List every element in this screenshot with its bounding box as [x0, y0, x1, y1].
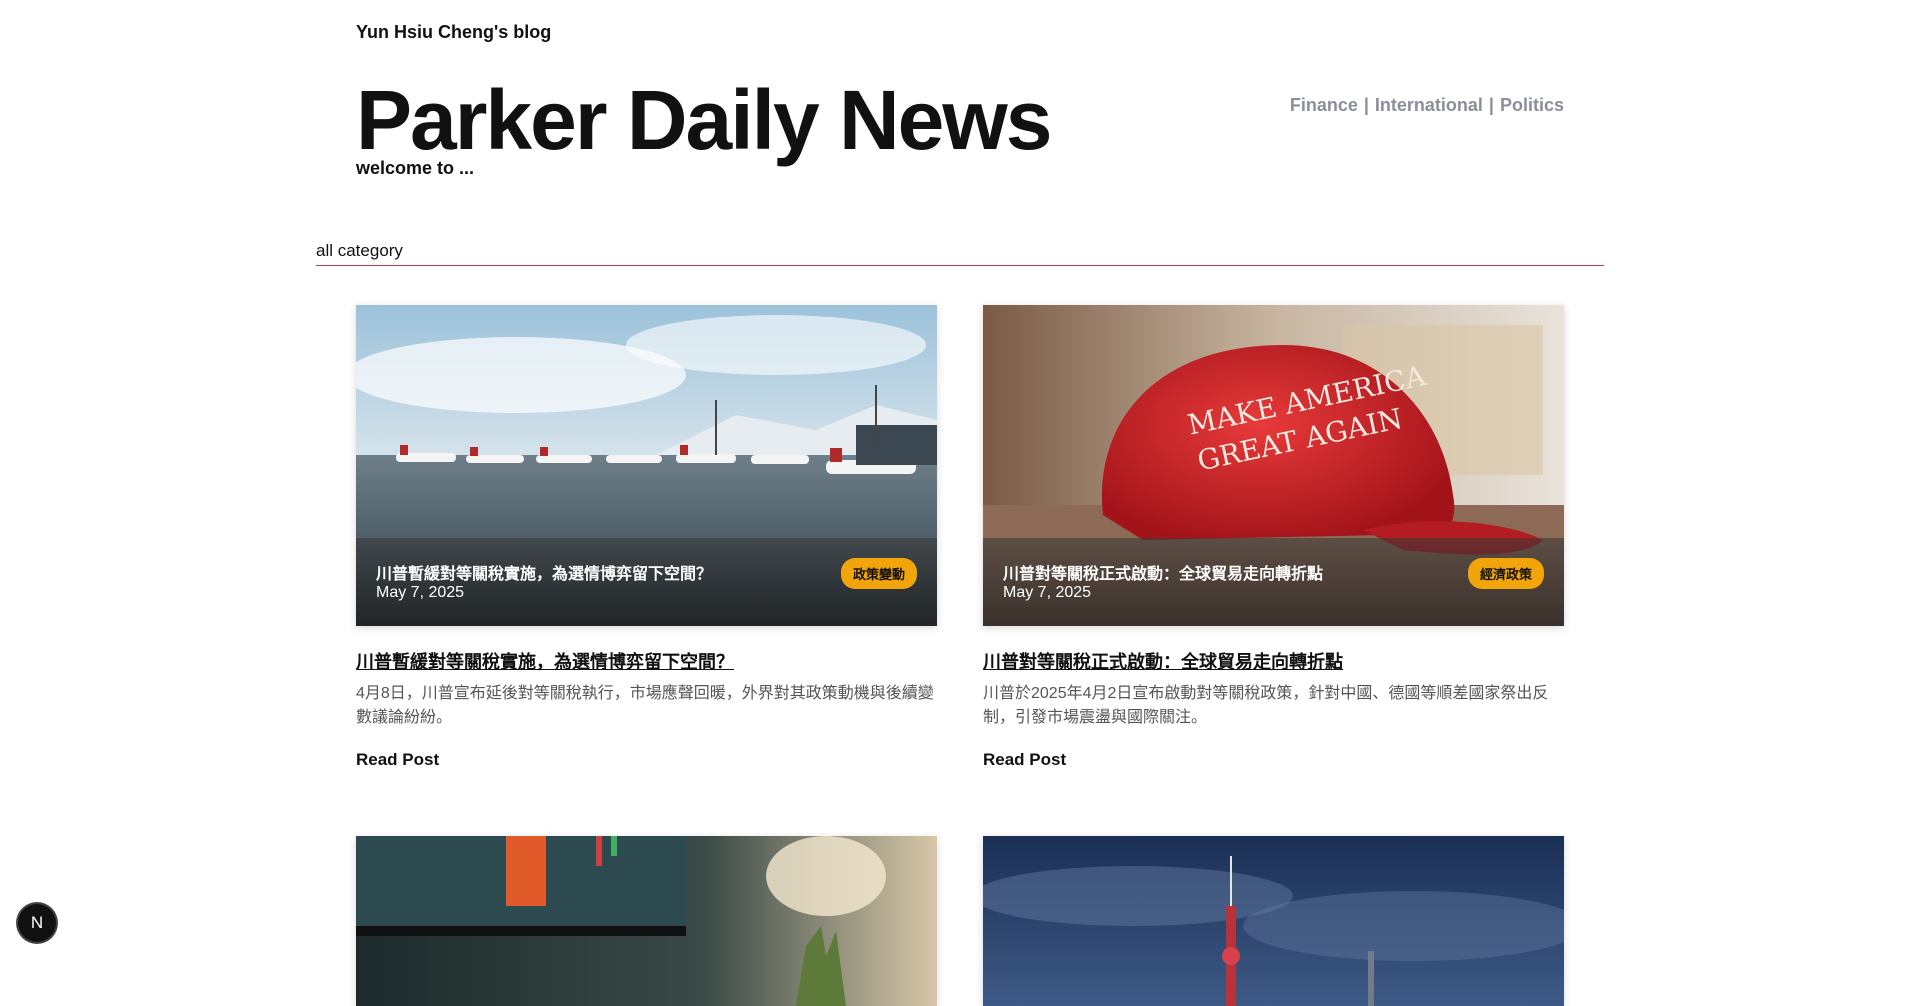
post-excerpt: 川普於2025年4月2日宣布啟動對等關稅政策，針對中國、德國等順差國家祭出反制，… [983, 685, 1549, 726]
post-card: MAKE AMERICA GREAT AGAIN 川普對等關稅正式啟動：全球貿易… [983, 305, 1564, 770]
category-tag[interactable]: 經濟政策 [1467, 558, 1544, 589]
post-card [356, 836, 937, 1006]
category-filter[interactable]: all category [316, 241, 1604, 266]
blog-name[interactable]: Yun Hsiu Cheng's blog [356, 22, 551, 43]
tagline: welcome to ... [356, 158, 475, 178]
post-date: May 7, 2025 [376, 584, 465, 601]
nav-link-international[interactable]: International [1375, 95, 1483, 115]
post-grid: 川普暫緩對等關稅實施，為選情博弈留下空間？ May 7, 2025 政策變動 川… [356, 305, 1564, 1006]
nav-separator: | [1363, 95, 1369, 115]
post-thumbnail[interactable]: 川普暫緩對等關稅實施，為選情博弈留下空間？ May 7, 2025 政策變動 [356, 305, 937, 626]
overlay-title: 川普暫緩對等關稅實施，為選情博弈留下空間？ [376, 566, 713, 583]
nav-link-finance[interactable]: Finance [1290, 95, 1358, 115]
post-card [983, 836, 1564, 1006]
post-card: 川普暫緩對等關稅實施，為選情博弈留下空間？ May 7, 2025 政策變動 川… [356, 305, 937, 770]
post-date: May 7, 2025 [1003, 584, 1092, 601]
post-title-link[interactable]: 川普對等關稅正式啟動：全球貿易走向轉折點 [983, 648, 1343, 674]
nav-separator: | [1488, 95, 1494, 115]
nav-link-politics[interactable]: Politics [1500, 95, 1564, 115]
thumbnail-overlay: 川普暫緩對等關稅實施，為選情博弈留下空間？ May 7, 2025 政策變動 [356, 538, 937, 626]
category-tag[interactable]: 政策變動 [840, 558, 917, 589]
read-post-link[interactable]: Read Post [356, 750, 439, 770]
post-title-link[interactable]: 川普暫緩對等關稅實施，為選情博弈留下空間？ [356, 648, 734, 674]
post-thumbnail[interactable] [356, 836, 937, 1006]
post-thumbnail[interactable] [983, 836, 1564, 1006]
stock-chart-image [356, 836, 937, 1006]
post-thumbnail[interactable]: MAKE AMERICA GREAT AGAIN 川普對等關稅正式啟動：全球貿易… [983, 305, 1564, 626]
dev-tools-badge[interactable]: N [18, 904, 56, 942]
city-tower-image [983, 836, 1564, 1006]
post-excerpt: 4月8日，川普宣布延後對等關稅執行，市場應聲回暖，外界對其政策動機與後續變數議論… [356, 685, 934, 726]
thumbnail-overlay: 川普對等關稅正式啟動：全球貿易走向轉折點 May 7, 2025 經濟政策 [983, 538, 1564, 626]
overlay-title: 川普對等關稅正式啟動：全球貿易走向轉折點 [1003, 566, 1324, 583]
top-nav: Finance | International | Politics [1290, 95, 1564, 116]
read-post-link[interactable]: Read Post [983, 750, 1066, 770]
page-title: Parker Daily News [356, 73, 1052, 167]
